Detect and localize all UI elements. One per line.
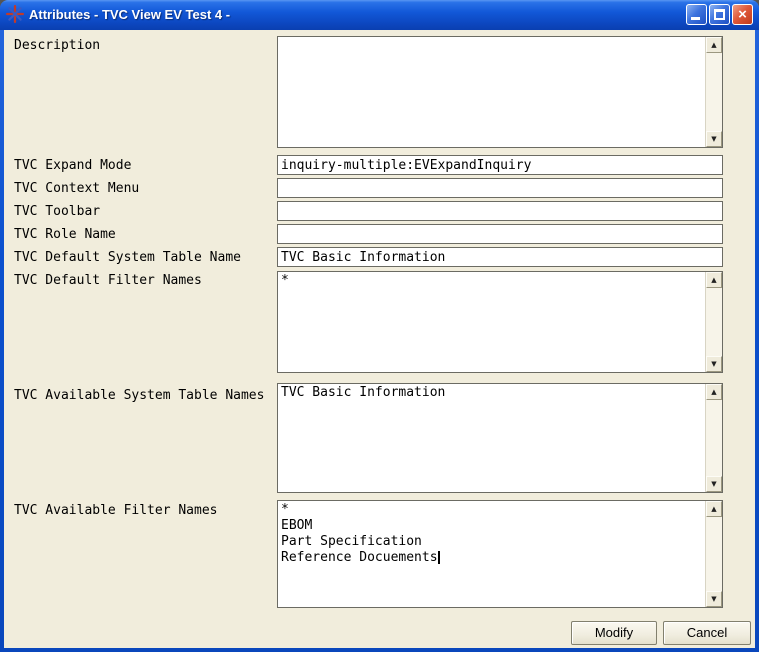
available-system-tables-label: TVC Available System Table Names bbox=[14, 388, 264, 403]
dialog-window: Attributes - TVC View EV Test 4 - × Desc… bbox=[0, 0, 759, 652]
scroll-up-icon[interactable]: ▲ bbox=[706, 384, 722, 400]
scroll-track[interactable] bbox=[706, 288, 722, 356]
expand-mode-label: TVC Expand Mode bbox=[14, 158, 131, 173]
available-filter-names-label: TVC Available Filter Names bbox=[14, 503, 218, 518]
maximize-icon bbox=[714, 9, 725, 20]
close-button[interactable]: × bbox=[732, 4, 753, 25]
available-filter-names-scrollbar[interactable]: ▲ ▼ bbox=[705, 501, 722, 607]
default-system-table-label: TVC Default System Table Name bbox=[14, 250, 241, 265]
window-title: Attributes - TVC View EV Test 4 - bbox=[29, 7, 686, 22]
scroll-track[interactable] bbox=[706, 400, 722, 476]
modify-button[interactable]: Modify bbox=[571, 621, 657, 645]
default-filter-names-label: TVC Default Filter Names bbox=[14, 273, 202, 288]
description-label: Description bbox=[14, 38, 100, 53]
scroll-track[interactable] bbox=[706, 517, 722, 591]
expand-mode-input[interactable]: inquiry-multiple:EVExpandInquiry bbox=[277, 155, 723, 175]
available-system-tables-text: TVC Basic Information bbox=[278, 384, 704, 492]
cancel-button[interactable]: Cancel bbox=[663, 621, 751, 645]
window-controls: × bbox=[686, 4, 753, 25]
role-name-label: TVC Role Name bbox=[14, 227, 116, 242]
scroll-down-icon[interactable]: ▼ bbox=[706, 591, 722, 607]
default-system-table-input[interactable]: TVC Basic Information bbox=[277, 247, 723, 267]
minimize-button[interactable] bbox=[686, 4, 707, 25]
toolbar-input[interactable] bbox=[277, 201, 723, 221]
app-icon bbox=[6, 5, 24, 23]
available-system-tables-scrollbar[interactable]: ▲ ▼ bbox=[705, 384, 722, 492]
description-text bbox=[278, 37, 704, 147]
close-icon: × bbox=[733, 5, 752, 24]
titlebar[interactable]: Attributes - TVC View EV Test 4 - × bbox=[0, 0, 759, 30]
default-filter-names-textarea[interactable]: * ▲ ▼ bbox=[277, 271, 723, 373]
description-textarea[interactable]: ▲ ▼ bbox=[277, 36, 723, 148]
default-filter-names-scrollbar[interactable]: ▲ ▼ bbox=[705, 272, 722, 372]
toolbar-label: TVC Toolbar bbox=[14, 204, 100, 219]
role-name-input[interactable] bbox=[277, 224, 723, 244]
description-scrollbar[interactable]: ▲ ▼ bbox=[705, 37, 722, 147]
scroll-up-icon[interactable]: ▲ bbox=[706, 37, 722, 53]
available-filter-names-textarea[interactable]: * EBOM Part Specification Reference Docu… bbox=[277, 500, 723, 608]
available-filter-names-text: * EBOM Part Specification Reference Docu… bbox=[278, 501, 704, 607]
minimize-icon bbox=[691, 17, 700, 20]
text-caret bbox=[438, 551, 440, 564]
default-filter-names-text: * bbox=[278, 272, 704, 372]
scroll-down-icon[interactable]: ▼ bbox=[706, 131, 722, 147]
context-menu-input[interactable] bbox=[277, 178, 723, 198]
scroll-down-icon[interactable]: ▼ bbox=[706, 356, 722, 372]
dialog-body: Description TVC Expand Mode TVC Context … bbox=[4, 30, 755, 648]
available-system-tables-textarea[interactable]: TVC Basic Information ▲ ▼ bbox=[277, 383, 723, 493]
scroll-up-icon[interactable]: ▲ bbox=[706, 272, 722, 288]
context-menu-label: TVC Context Menu bbox=[14, 181, 139, 196]
scroll-up-icon[interactable]: ▲ bbox=[706, 501, 722, 517]
maximize-button[interactable] bbox=[709, 4, 730, 25]
scroll-track[interactable] bbox=[706, 53, 722, 131]
scroll-down-icon[interactable]: ▼ bbox=[706, 476, 722, 492]
